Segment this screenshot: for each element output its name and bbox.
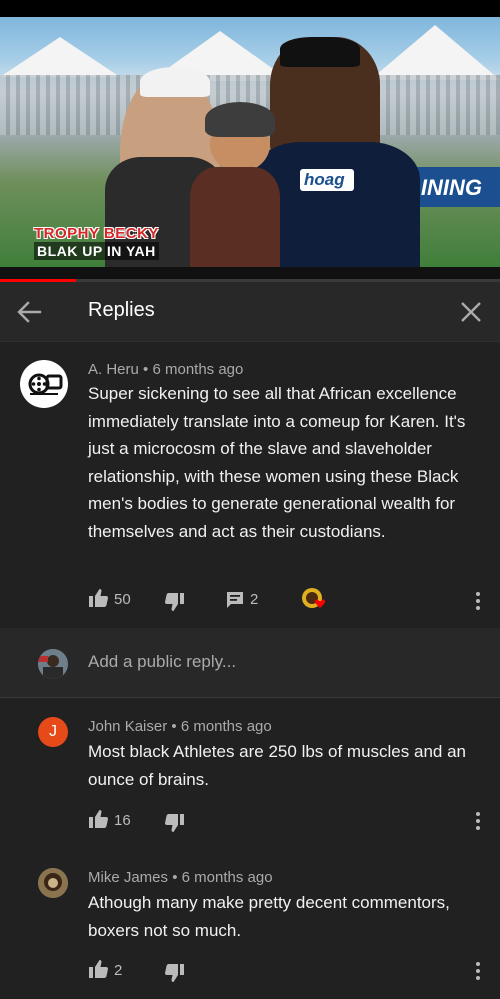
like-count: 16 [114,812,131,829]
film-reel-logo-icon [21,361,67,407]
more-options-icon[interactable] [472,811,484,831]
add-reply-row: Add a public reply... [0,628,500,698]
arrow-left-icon [17,301,42,323]
meta-separator: • [143,361,149,378]
avatar[interactable] [38,868,68,898]
replies-header: Replies [0,282,500,342]
comment-meta: A. Heru • 6 months ago [88,361,243,378]
reply-count: 2 [250,591,259,608]
user-avatar-image [38,649,68,679]
comment-time: 6 months ago [180,718,272,735]
parent-comment: A. Heru • 6 months ago Super sickening t… [0,342,500,628]
comment-text: Most black Athletes are 250 lbs of muscl… [88,742,466,789]
avatar-image [38,868,68,898]
meta-separator: • [171,718,177,735]
status-bar [0,0,500,17]
dislike-icon[interactable] [165,813,185,833]
video-player[interactable]: AINING hoag TROPHY BECKY BLAK UP IN YAH [0,17,500,267]
dislike-icon[interactable] [165,963,185,983]
reply-icon[interactable] [225,590,245,610]
avatar-letter: J [49,723,57,740]
page-title: Replies [88,299,155,321]
overlay-subtitle: BLAK UP IN YAH [34,242,159,260]
creator-heart-icon [302,588,326,608]
reply-input[interactable]: Add a public reply... [88,652,236,672]
comment-text: Super sickening to see all that African … [88,384,466,541]
comment-meta: John Kaiser • 6 months ago [88,718,272,735]
meta-separator: • [172,869,178,886]
close-icon [461,302,481,322]
like-count: 2 [114,962,123,979]
comment-time: 6 months ago [152,361,244,378]
overlay-title: TROPHY BECKY [34,225,159,242]
more-options-icon[interactable] [472,591,484,611]
avatar[interactable] [20,360,68,408]
comment-time: 6 months ago [181,869,273,886]
back-button[interactable] [14,298,44,326]
video-progress-area [0,267,500,279]
comment-text: Athough many make pretty decent commento… [88,893,450,940]
like-count: 50 [114,591,131,608]
comment-author[interactable]: John Kaiser [88,718,167,735]
like-icon[interactable] [88,959,108,979]
dislike-icon[interactable] [165,592,185,612]
close-button[interactable] [458,299,484,325]
comment-author[interactable]: A. Heru [88,361,139,378]
user-avatar [38,649,68,679]
like-icon[interactable] [88,588,108,608]
comment-author[interactable]: Mike James [88,869,168,886]
comment-meta: Mike James • 6 months ago [88,869,273,886]
like-icon[interactable] [88,809,108,829]
more-options-icon[interactable] [472,961,484,981]
jersey-text: hoag [304,170,345,189]
